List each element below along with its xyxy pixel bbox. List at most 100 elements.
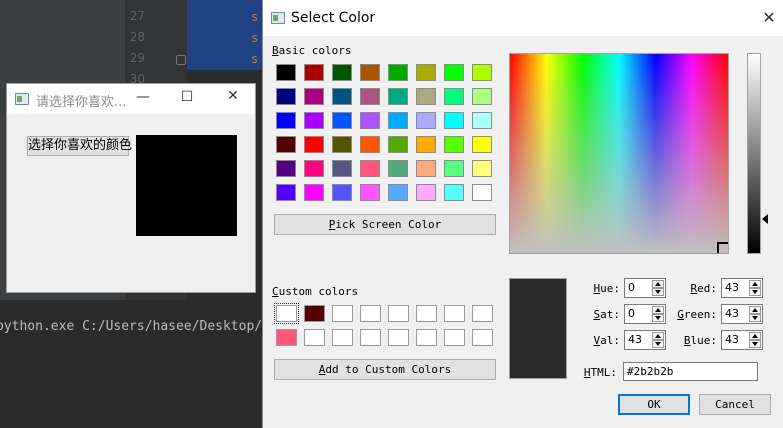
- choose-color-button[interactable]: 选择你喜欢的颜色: [27, 136, 132, 156]
- basic-color-swatch[interactable]: [276, 112, 296, 129]
- custom-color-swatch[interactable]: [444, 305, 465, 322]
- basic-color-swatch[interactable]: [332, 64, 352, 81]
- hue-spinbox[interactable]: 0: [624, 278, 666, 298]
- basic-color-swatch[interactable]: [416, 88, 436, 105]
- basic-color-swatch[interactable]: [360, 64, 380, 81]
- spin-up-icon[interactable]: [652, 280, 664, 288]
- close-icon[interactable]: ✕: [223, 88, 243, 104]
- blue-spinbox[interactable]: 43: [721, 330, 763, 350]
- color-spectrum[interactable]: [509, 53, 729, 254]
- basic-color-swatch[interactable]: [276, 160, 296, 177]
- spectrum-crosshair-icon[interactable]: [717, 242, 728, 253]
- basic-color-swatch[interactable]: [276, 64, 296, 81]
- basic-color-swatch[interactable]: [360, 160, 380, 177]
- value-slider[interactable]: [747, 53, 761, 254]
- add-to-custom-colors-button[interactable]: Add to Custom Colors: [274, 359, 496, 380]
- spin-up-icon[interactable]: [749, 332, 761, 340]
- spin-down-icon[interactable]: [749, 288, 761, 296]
- basic-color-swatch[interactable]: [304, 88, 324, 105]
- custom-color-swatch[interactable]: [388, 329, 409, 346]
- fold-marker-icon[interactable]: [176, 55, 186, 65]
- basic-color-swatch[interactable]: [332, 112, 352, 129]
- ok-button[interactable]: OK: [618, 394, 690, 415]
- spin-down-icon[interactable]: [749, 340, 761, 348]
- basic-color-swatch[interactable]: [472, 88, 492, 105]
- basic-color-swatch[interactable]: [472, 184, 492, 201]
- basic-color-swatch[interactable]: [388, 160, 408, 177]
- basic-color-swatch[interactable]: [444, 88, 464, 105]
- custom-color-swatch[interactable]: [360, 305, 381, 322]
- custom-color-swatch[interactable]: [472, 305, 493, 322]
- basic-color-swatch[interactable]: [416, 184, 436, 201]
- basic-color-swatch[interactable]: [444, 136, 464, 153]
- spin-down-icon[interactable]: [652, 340, 664, 348]
- basic-color-swatch[interactable]: [472, 160, 492, 177]
- basic-color-swatch[interactable]: [388, 64, 408, 81]
- basic-color-swatch[interactable]: [304, 136, 324, 153]
- custom-color-swatch[interactable]: [276, 329, 297, 346]
- custom-color-swatch[interactable]: [416, 329, 437, 346]
- custom-color-swatch[interactable]: [274, 303, 299, 324]
- basic-color-swatch[interactable]: [444, 184, 464, 201]
- val-spinbox[interactable]: 43: [624, 330, 666, 350]
- basic-color-swatch[interactable]: [276, 136, 296, 153]
- minimize-icon[interactable]: —: [133, 89, 153, 105]
- spin-down-icon[interactable]: [652, 288, 664, 296]
- basic-color-swatch[interactable]: [416, 112, 436, 129]
- basic-color-swatch[interactable]: [304, 160, 324, 177]
- custom-color-swatch[interactable]: [388, 305, 409, 322]
- green-spinbox[interactable]: 43: [721, 304, 763, 324]
- basic-color-swatch[interactable]: [416, 64, 436, 81]
- spin-down-icon[interactable]: [652, 314, 664, 322]
- maximize-icon[interactable]: ☐: [177, 89, 197, 105]
- basic-color-swatch[interactable]: [332, 88, 352, 105]
- html-hex-input[interactable]: #2b2b2b: [623, 362, 758, 381]
- basic-color-swatch[interactable]: [304, 112, 324, 129]
- custom-color-swatch[interactable]: [416, 305, 437, 322]
- basic-color-swatch[interactable]: [388, 184, 408, 201]
- spin-up-icon[interactable]: [749, 306, 761, 314]
- spin-up-icon[interactable]: [652, 306, 664, 314]
- spin-down-icon[interactable]: [749, 314, 761, 322]
- spin-up-icon[interactable]: [749, 280, 761, 288]
- basic-color-swatch[interactable]: [332, 160, 352, 177]
- basic-color-swatch[interactable]: [388, 112, 408, 129]
- custom-color-swatch[interactable]: [472, 329, 493, 346]
- dialog-titlebar[interactable]: Select Color ✕: [263, 0, 783, 36]
- basic-color-swatch[interactable]: [472, 112, 492, 129]
- custom-color-swatch[interactable]: [332, 305, 353, 322]
- basic-color-swatch[interactable]: [304, 184, 324, 201]
- basic-color-swatch[interactable]: [360, 112, 380, 129]
- basic-color-swatch[interactable]: [444, 112, 464, 129]
- app-titlebar[interactable]: 请选择你喜欢... — ☐ ✕: [7, 84, 255, 114]
- basic-color-swatch[interactable]: [276, 88, 296, 105]
- basic-color-swatch[interactable]: [444, 160, 464, 177]
- basic-color-swatch[interactable]: [472, 136, 492, 153]
- custom-color-swatch[interactable]: [360, 329, 381, 346]
- custom-color-swatch[interactable]: [304, 329, 325, 346]
- basic-color-swatch[interactable]: [360, 136, 380, 153]
- sat-spinbox[interactable]: 0: [624, 304, 666, 324]
- cancel-button[interactable]: Cancel: [699, 394, 771, 415]
- basic-color-swatch[interactable]: [360, 184, 380, 201]
- basic-color-swatch[interactable]: [416, 160, 436, 177]
- basic-color-swatch[interactable]: [276, 184, 296, 201]
- basic-color-swatch[interactable]: [416, 136, 436, 153]
- basic-color-swatch[interactable]: [388, 88, 408, 105]
- basic-color-swatch[interactable]: [304, 64, 324, 81]
- custom-color-swatch[interactable]: [444, 329, 465, 346]
- pick-screen-color-button[interactable]: Pick Screen Color: [274, 214, 496, 235]
- basic-color-swatch[interactable]: [444, 64, 464, 81]
- custom-color-swatch[interactable]: [304, 305, 325, 322]
- red-spinbox[interactable]: 43: [721, 278, 763, 298]
- basic-color-swatch[interactable]: [472, 64, 492, 81]
- basic-color-swatch[interactable]: [388, 136, 408, 153]
- value-slider-arrow-icon[interactable]: [762, 214, 768, 224]
- basic-color-swatch[interactable]: [360, 88, 380, 105]
- basic-color-swatch[interactable]: [332, 136, 352, 153]
- terminal-panel[interactable]: python.exe C:/Users/hasee/Desktop/: [0, 300, 262, 428]
- dialog-close-icon[interactable]: ✕: [759, 8, 779, 27]
- basic-color-swatch[interactable]: [332, 184, 352, 201]
- custom-color-swatch[interactable]: [332, 329, 353, 346]
- spin-up-icon[interactable]: [652, 332, 664, 340]
